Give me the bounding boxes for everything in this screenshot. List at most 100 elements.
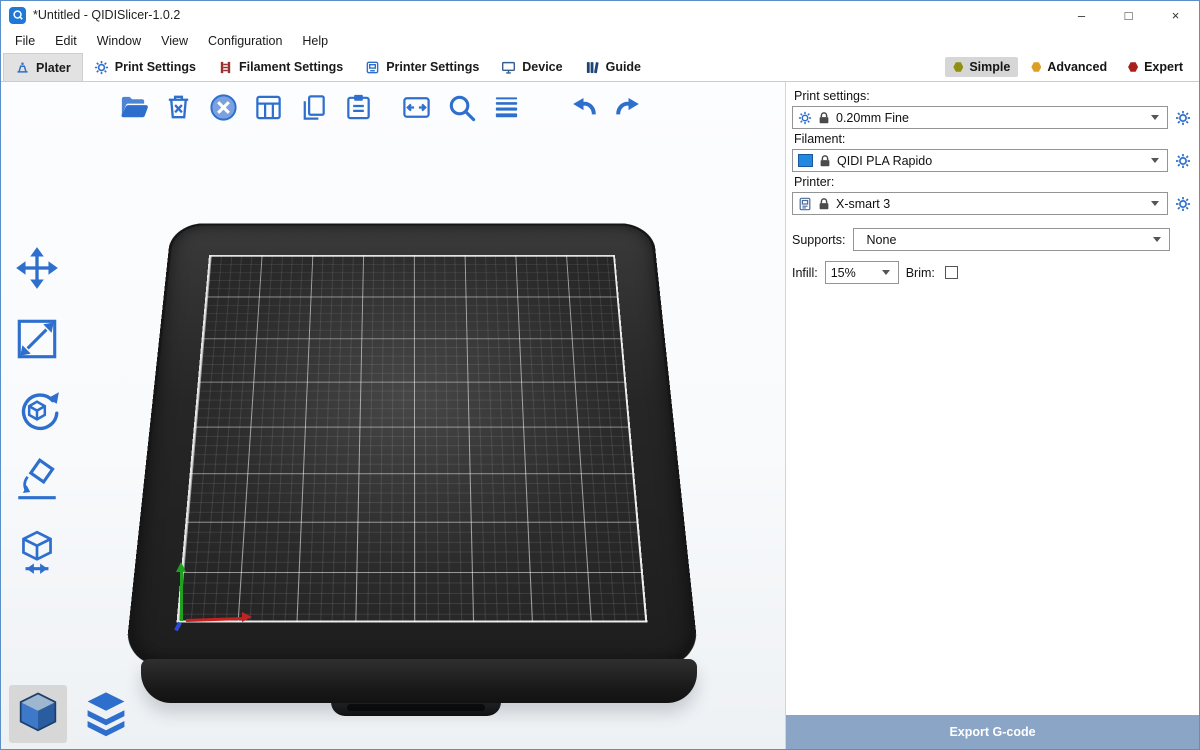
lock-icon bbox=[817, 111, 831, 125]
chevron-down-icon bbox=[1151, 201, 1159, 210]
axis-y-green bbox=[180, 566, 183, 621]
place-on-face-button[interactable] bbox=[9, 453, 65, 509]
plater-icon bbox=[15, 60, 30, 75]
print-settings-gear-button[interactable] bbox=[1174, 109, 1191, 126]
paste-icon bbox=[343, 92, 374, 123]
gizmo-toolbar bbox=[9, 240, 65, 580]
chevron-down-icon bbox=[1151, 158, 1159, 167]
window-title: *Untitled - QIDISlicer-1.0.2 bbox=[33, 8, 180, 22]
tab-label: Device bbox=[522, 60, 562, 74]
print-settings-label: Print settings: bbox=[794, 89, 1191, 103]
printer-combo[interactable]: X-smart 3 bbox=[792, 192, 1168, 215]
printer-value: X-smart 3 bbox=[836, 197, 1146, 211]
print-settings-value: 0.20mm Fine bbox=[836, 111, 1146, 125]
close-button[interactable]: × bbox=[1152, 1, 1199, 29]
tab-device[interactable]: Device bbox=[490, 53, 573, 81]
mode-label: Advanced bbox=[1047, 60, 1107, 74]
delete-all-button[interactable] bbox=[203, 87, 243, 127]
layers-stack-icon bbox=[80, 688, 132, 740]
printer-gear-button[interactable] bbox=[1174, 195, 1191, 212]
view-toggle-bar bbox=[9, 685, 135, 743]
search-button[interactable] bbox=[441, 87, 481, 127]
undo-icon bbox=[568, 92, 599, 123]
cube-3d-icon bbox=[12, 688, 64, 740]
rotate-button[interactable] bbox=[9, 382, 65, 438]
tab-label: Print Settings bbox=[115, 60, 196, 74]
split-button[interactable] bbox=[396, 87, 436, 127]
lock-icon bbox=[817, 197, 831, 211]
delete-button[interactable] bbox=[158, 87, 198, 127]
tab-label: Plater bbox=[36, 61, 71, 75]
tab-plater[interactable]: Plater bbox=[3, 53, 83, 81]
menu-file[interactable]: File bbox=[5, 31, 45, 51]
lock-icon bbox=[818, 154, 832, 168]
minimize-button[interactable]: – bbox=[1058, 1, 1105, 29]
chevron-down-icon bbox=[1151, 115, 1159, 124]
mode-label: Expert bbox=[1144, 60, 1183, 74]
chevron-down-icon bbox=[1153, 237, 1161, 246]
scale-button[interactable] bbox=[9, 311, 65, 367]
tab-guide[interactable]: Guide bbox=[574, 53, 652, 81]
viewport-3d[interactable] bbox=[1, 82, 785, 749]
split-icon bbox=[401, 92, 432, 123]
redo-button[interactable] bbox=[608, 87, 648, 127]
menu-bar: File Edit Window View Configuration Help bbox=[1, 29, 1199, 53]
device-icon bbox=[501, 60, 516, 75]
menu-configuration[interactable]: Configuration bbox=[198, 31, 292, 51]
variable-layer-height-button[interactable] bbox=[486, 87, 526, 127]
main-area: Print settings: 0.20mm Fine Filament: QI… bbox=[1, 82, 1199, 749]
undo-button[interactable] bbox=[563, 87, 603, 127]
app-window: *Untitled - QIDISlicer-1.0.2 – □ × File … bbox=[0, 0, 1200, 750]
bed-handle-slot bbox=[347, 704, 485, 711]
axis-y-arrowhead bbox=[176, 557, 186, 572]
mode-simple[interactable]: Simple bbox=[945, 57, 1018, 77]
brim-checkbox[interactable] bbox=[945, 266, 958, 279]
gear-icon bbox=[1175, 196, 1191, 212]
mode-switcher: Simple Advanced Expert bbox=[945, 53, 1199, 81]
expert-mode-icon bbox=[1128, 62, 1138, 72]
print-settings-combo[interactable]: 0.20mm Fine bbox=[792, 106, 1168, 129]
open-file-button[interactable] bbox=[113, 87, 153, 127]
supports-combo[interactable]: None bbox=[853, 228, 1170, 251]
tab-printer-settings[interactable]: Printer Settings bbox=[354, 53, 490, 81]
app-logo-icon bbox=[9, 7, 26, 24]
mode-advanced[interactable]: Advanced bbox=[1023, 57, 1115, 77]
arrange-button[interactable] bbox=[248, 87, 288, 127]
gear-icon bbox=[1175, 110, 1191, 126]
printer-row: X-smart 3 bbox=[792, 192, 1191, 215]
tab-filament-settings[interactable]: Filament Settings bbox=[207, 53, 354, 81]
editor-3d-view-button[interactable] bbox=[9, 685, 67, 743]
measure-icon bbox=[12, 527, 62, 577]
tab-print-settings[interactable]: Print Settings bbox=[83, 53, 207, 81]
supports-label: Supports: bbox=[792, 233, 846, 247]
tab-bar: Plater Print Settings Filament Settings … bbox=[1, 53, 1199, 82]
bed-front-face bbox=[141, 659, 697, 703]
filament-combo[interactable]: QIDI PLA Rapido bbox=[792, 149, 1168, 172]
mode-expert[interactable]: Expert bbox=[1120, 57, 1191, 77]
bed-grid bbox=[177, 255, 648, 623]
brim-label: Brim: bbox=[906, 266, 935, 280]
variable-layer-height-icon bbox=[491, 92, 522, 123]
bed-plate bbox=[194, 207, 630, 643]
preview-layers-view-button[interactable] bbox=[77, 685, 135, 743]
filament-icon bbox=[218, 60, 233, 75]
paste-button[interactable] bbox=[338, 87, 378, 127]
copy-button[interactable] bbox=[293, 87, 333, 127]
export-gcode-button[interactable]: Export G-code bbox=[786, 715, 1199, 749]
maximize-button[interactable]: □ bbox=[1105, 1, 1152, 29]
redo-icon bbox=[613, 92, 644, 123]
advanced-mode-icon bbox=[1031, 62, 1041, 72]
menu-edit[interactable]: Edit bbox=[45, 31, 87, 51]
menu-window[interactable]: Window bbox=[87, 31, 151, 51]
filament-label: Filament: bbox=[794, 132, 1191, 146]
move-button[interactable] bbox=[9, 240, 65, 296]
infill-combo[interactable]: 15% bbox=[825, 261, 899, 284]
gear-icon bbox=[94, 60, 109, 75]
filament-value: QIDI PLA Rapido bbox=[837, 154, 1146, 168]
menu-view[interactable]: View bbox=[151, 31, 198, 51]
viewport-toolbar bbox=[113, 87, 653, 127]
filament-gear-button[interactable] bbox=[1174, 152, 1191, 169]
menu-help[interactable]: Help bbox=[292, 31, 338, 51]
measure-button[interactable] bbox=[9, 524, 65, 580]
axis-x-arrowhead bbox=[242, 612, 257, 622]
